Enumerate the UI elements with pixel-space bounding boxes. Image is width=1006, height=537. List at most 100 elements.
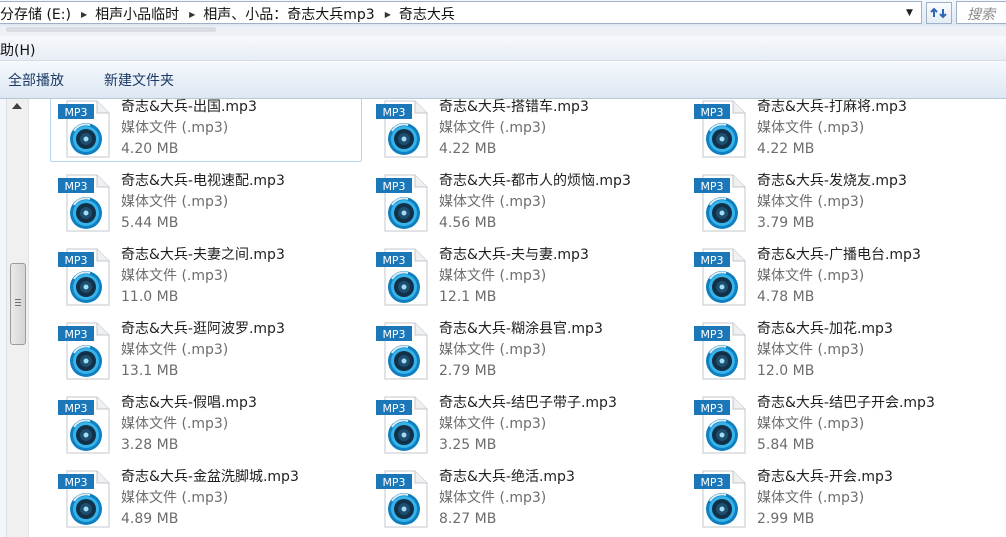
menu-bar: 助(H)	[0, 36, 1006, 61]
file-name: 奇志&大兵-结巴子开会.mp3	[757, 395, 935, 411]
file-name: 奇志&大兵-都市人的烦恼.mp3	[439, 173, 631, 189]
status-strip	[0, 26, 1006, 36]
media-file-icon: MP3	[58, 470, 110, 528]
breadcrumb-item-drive[interactable]: 分存储 (E:)	[0, 4, 77, 24]
file-size: 2.99 MB	[757, 511, 815, 527]
media-file-icon: MP3	[58, 396, 110, 454]
file-item[interactable]: MP3 奇志&大兵-加花.mp3 媒体文件 (.mp3) 12.0 MB	[686, 320, 998, 384]
media-file-icon: MP3	[376, 100, 428, 158]
file-item[interactable]: MP3 奇志&大兵-搭错车.mp3 媒体文件 (.mp3) 4.22 MB	[368, 99, 680, 162]
file-badge-text: MP3	[64, 402, 87, 415]
file-badge-text: MP3	[700, 106, 723, 119]
media-file-icon: MP3	[376, 174, 428, 232]
search-input[interactable]: 搜索	[956, 1, 1006, 24]
file-type: 媒体文件 (.mp3)	[757, 416, 865, 432]
file-size: 5.84 MB	[757, 437, 815, 453]
file-item[interactable]: MP3 奇志&大兵-开会.mp3 媒体文件 (.mp3) 2.99 MB	[686, 468, 998, 532]
file-type: 媒体文件 (.mp3)	[121, 342, 229, 358]
file-type: 媒体文件 (.mp3)	[121, 490, 229, 506]
file-badge-text: MP3	[64, 106, 87, 119]
file-list: MP3 奇志&大兵-出国.mp3 媒体文件 (.mp3) 4.20 MB MP3	[30, 99, 1006, 537]
file-item[interactable]: MP3 奇志&大兵-结巴子带子.mp3 媒体文件 (.mp3) 3.25 MB	[368, 394, 680, 458]
file-size: 3.79 MB	[757, 215, 815, 231]
file-item[interactable]: MP3 奇志&大兵-发烧友.mp3 媒体文件 (.mp3) 3.79 MB	[686, 172, 998, 236]
file-size: 5.44 MB	[121, 215, 179, 231]
file-type: 媒体文件 (.mp3)	[439, 416, 547, 432]
file-name: 奇志&大兵-夫妻之间.mp3	[121, 247, 285, 263]
file-badge-text: MP3	[382, 254, 405, 267]
file-name: 奇志&大兵-绝活.mp3	[439, 469, 575, 485]
breadcrumb-item-folder[interactable]: 相声小品临时	[95, 4, 185, 24]
file-item[interactable]: MP3 奇志&大兵-逛阿波罗.mp3 媒体文件 (.mp3) 13.1 MB	[50, 320, 362, 384]
file-size: 4.20 MB	[121, 141, 179, 157]
breadcrumb-arrow-icon[interactable]: ▶	[185, 10, 203, 19]
file-size: 4.56 MB	[439, 215, 497, 231]
file-item[interactable]: MP3 奇志&大兵-结巴子开会.mp3 媒体文件 (.mp3) 5.84 MB	[686, 394, 998, 458]
file-size: 4.22 MB	[757, 141, 815, 157]
file-type: 媒体文件 (.mp3)	[121, 120, 229, 136]
file-item[interactable]: MP3 奇志&大兵-打麻将.mp3 媒体文件 (.mp3) 4.22 MB	[686, 99, 998, 162]
file-item[interactable]: MP3 奇志&大兵-夫与妻.mp3 媒体文件 (.mp3) 12.1 MB	[368, 246, 680, 310]
file-size: 11.0 MB	[121, 289, 179, 305]
scroll-up-arrow-icon[interactable]	[12, 103, 22, 109]
file-type: 媒体文件 (.mp3)	[757, 342, 865, 358]
file-item[interactable]: MP3 奇志&大兵-广播电台.mp3 媒体文件 (.mp3) 4.78 MB	[686, 246, 998, 310]
file-item[interactable]: MP3 奇志&大兵-都市人的烦恼.mp3 媒体文件 (.mp3) 4.56 MB	[368, 172, 680, 236]
file-badge-text: MP3	[64, 328, 87, 341]
breadcrumb-arrow-icon[interactable]: ▶	[77, 10, 95, 19]
file-type: 媒体文件 (.mp3)	[439, 120, 547, 136]
file-size: 8.27 MB	[439, 511, 497, 527]
file-item[interactable]: MP3 奇志&大兵-电视速配.mp3 媒体文件 (.mp3) 5.44 MB	[50, 172, 362, 236]
file-badge-text: MP3	[382, 476, 405, 489]
file-badge-text: MP3	[700, 180, 723, 193]
file-size: 3.28 MB	[121, 437, 179, 453]
vertical-scrollbar[interactable]	[6, 99, 29, 537]
file-size: 4.22 MB	[439, 141, 497, 157]
file-type: 媒体文件 (.mp3)	[439, 194, 547, 210]
breadcrumb-item-current[interactable]: 奇志大兵	[399, 4, 461, 24]
breadcrumb-item-folder[interactable]: 相声、小品：奇志大兵mp3	[203, 4, 380, 24]
file-badge-text: MP3	[700, 328, 723, 341]
media-file-icon: MP3	[694, 396, 746, 454]
media-file-icon: MP3	[58, 100, 110, 158]
media-file-icon: MP3	[694, 100, 746, 158]
play-all-button[interactable]: 全部播放	[8, 70, 64, 90]
file-item[interactable]: MP3 奇志&大兵-夫妻之间.mp3 媒体文件 (.mp3) 11.0 MB	[50, 246, 362, 310]
file-type: 媒体文件 (.mp3)	[757, 120, 865, 136]
breadcrumb: 分存储 (E:) ▶ 相声小品临时 ▶ 相声、小品：奇志大兵mp3 ▶ 奇志大兵	[0, 5, 461, 23]
file-type: 媒体文件 (.mp3)	[757, 268, 865, 284]
file-badge-text: MP3	[382, 402, 405, 415]
new-folder-button[interactable]: 新建文件夹	[104, 70, 174, 90]
address-dropdown-icon[interactable]: ▼	[906, 8, 913, 18]
file-type: 媒体文件 (.mp3)	[439, 490, 547, 506]
file-item[interactable]: MP3 奇志&大兵-假唱.mp3 媒体文件 (.mp3) 3.28 MB	[50, 394, 362, 458]
file-name: 奇志&大兵-出国.mp3	[121, 99, 257, 115]
menu-help[interactable]: 助(H)	[0, 40, 35, 60]
file-item[interactable]: MP3 奇志&大兵-金盆洗脚城.mp3 媒体文件 (.mp3) 4.89 MB	[50, 468, 362, 532]
file-badge-text: MP3	[64, 254, 87, 267]
file-size: 4.78 MB	[757, 289, 815, 305]
media-file-icon: MP3	[58, 322, 110, 380]
media-file-icon: MP3	[376, 322, 428, 380]
file-type: 媒体文件 (.mp3)	[121, 194, 229, 210]
file-name: 奇志&大兵-打麻将.mp3	[757, 99, 907, 115]
media-file-icon: MP3	[58, 248, 110, 306]
file-size: 4.89 MB	[121, 511, 179, 527]
scroll-thumb[interactable]	[10, 263, 26, 345]
media-file-icon: MP3	[694, 322, 746, 380]
file-size: 12.1 MB	[439, 289, 497, 305]
file-item[interactable]: MP3 奇志&大兵-糊涂县官.mp3 媒体文件 (.mp3) 2.79 MB	[368, 320, 680, 384]
media-file-icon: MP3	[58, 174, 110, 232]
breadcrumb-arrow-icon[interactable]: ▶	[381, 10, 399, 19]
media-file-icon: MP3	[376, 470, 428, 528]
file-item[interactable]: MP3 奇志&大兵-出国.mp3 媒体文件 (.mp3) 4.20 MB	[50, 99, 362, 162]
file-type: 媒体文件 (.mp3)	[757, 194, 865, 210]
refresh-button[interactable]	[926, 2, 952, 24]
address-bar[interactable]: 分存储 (E:) ▶ 相声小品临时 ▶ 相声、小品：奇志大兵mp3 ▶ 奇志大兵…	[0, 1, 922, 24]
file-name: 奇志&大兵-逛阿波罗.mp3	[121, 321, 285, 337]
file-name: 奇志&大兵-金盆洗脚城.mp3	[121, 469, 299, 485]
media-file-icon: MP3	[376, 248, 428, 306]
file-item[interactable]: MP3 奇志&大兵-绝活.mp3 媒体文件 (.mp3) 8.27 MB	[368, 468, 680, 532]
refresh-icon	[930, 7, 947, 19]
file-type: 媒体文件 (.mp3)	[757, 490, 865, 506]
